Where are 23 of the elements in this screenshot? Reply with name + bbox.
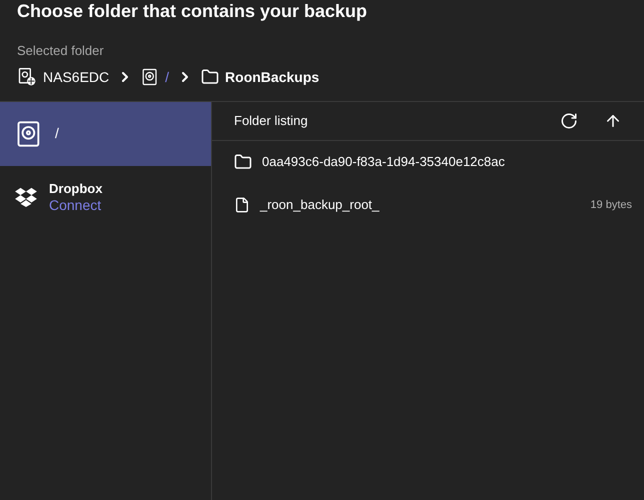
sidebar-item[interactable]: Dropbox Connect [0,166,211,228]
network-drive-icon [17,66,37,86]
drive-icon [141,68,160,86]
sidebar-item-label: / [55,125,59,142]
listing-row[interactable]: _roon_backup_root_ 19 bytes [212,184,644,226]
breadcrumb-item[interactable]: RoonBackups [225,66,320,86]
folder-icon [201,68,220,86]
file-size: 19 bytes [590,198,632,213]
folder-icon [234,153,252,171]
item-name: _roon_backup_root_ [260,196,380,214]
item-name: 0aa493c6-da90-f83a-1d94-35340e12c8ac [262,153,506,172]
sidebar-item-label: Dropbox [49,180,102,196]
dialog-title: Choose folder that contains your backup [17,0,368,22]
breadcrumb-item[interactable]: / [165,66,170,86]
panel-title: Folder listing [234,112,309,130]
sidebar-item[interactable]: / [0,102,211,166]
listing-row[interactable]: 0aa493c6-da90-f83a-1d94-35340e12c8ac [212,140,644,184]
dropbox-icon [15,186,37,206]
refresh-button[interactable] [560,112,578,130]
connect-link[interactable]: Connect [49,196,102,214]
file-icon [234,197,250,213]
selected-folder-label: Selected folder [17,42,105,60]
breadcrumb-item[interactable]: NAS6EDC [43,66,110,86]
